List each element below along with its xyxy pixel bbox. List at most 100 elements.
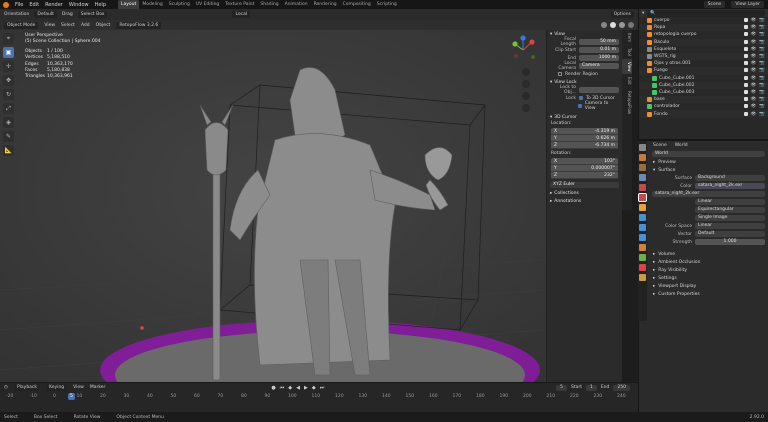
camera-to-view-checkbox[interactable]: Camera to View (547, 101, 622, 111)
colorspace-dropdown[interactable]: Color Space Linear (649, 222, 768, 230)
visibility-toggles[interactable]: 👁 📷 (743, 46, 768, 52)
tab-layout[interactable]: Layout (118, 0, 140, 9)
volume-section[interactable]: ▸ Volume (649, 250, 768, 258)
object-tab-icon[interactable] (639, 204, 646, 211)
exclude-checkbox[interactable] (743, 82, 748, 87)
drag-dropdown[interactable]: Select Box (77, 11, 108, 18)
clip-start-field[interactable]: Clip Start 0.01 m (547, 46, 622, 54)
scale-tool-icon[interactable]: ⤢ (3, 103, 14, 114)
visibility-toggles[interactable]: 👁 📷 (743, 32, 768, 37)
render-tab-icon[interactable] (639, 154, 646, 161)
rotation-mode-dropdown[interactable]: XYZ Euler (547, 181, 622, 189)
data-tab-icon[interactable] (639, 254, 646, 261)
visibility-toggles[interactable]: 👁 📷 (743, 61, 768, 66)
tab-rendering[interactable]: Rendering (311, 0, 340, 9)
breadcrumb-world[interactable]: World (675, 143, 688, 148)
exclude-checkbox[interactable] (743, 46, 748, 51)
lock-to-object-field[interactable]: Lock to Obj... (547, 85, 622, 95)
eye-icon[interactable]: 👁 (751, 104, 757, 109)
orientation-dropdown[interactable]: Default (34, 11, 57, 18)
output-tab-icon[interactable] (639, 164, 646, 171)
transform-tool-icon[interactable]: ◈ (3, 117, 14, 128)
outliner-item[interactable]: base 👁 📷 (639, 96, 768, 104)
exclude-checkbox[interactable] (743, 104, 748, 109)
surface-shader-field[interactable]: Surface Background (649, 174, 768, 182)
eye-icon[interactable]: 👁 (751, 18, 757, 23)
view-layer-selector[interactable]: View Layer (731, 1, 764, 8)
menu-window[interactable]: Window (69, 2, 89, 8)
blender-logo-icon[interactable] (3, 1, 9, 8)
source-dropdown[interactable]: Single Image (649, 214, 768, 222)
visibility-toggles[interactable]: 👁 📷 (743, 18, 768, 23)
keying-menu[interactable]: Keying (46, 384, 68, 391)
interpolation-dropdown[interactable]: Linear (649, 198, 768, 206)
visibility-toggles[interactable]: 👁 📷 (743, 104, 768, 109)
end-frame-field[interactable]: 250 (613, 384, 630, 391)
menu-object[interactable]: Object (96, 23, 111, 28)
tool-tab-icon[interactable] (639, 144, 646, 151)
camera-icon[interactable]: 📷 (759, 68, 765, 73)
viewport-display-section[interactable]: ▸ Viewport Display (649, 282, 768, 290)
solid-shading-icon[interactable] (610, 22, 616, 28)
record-icon[interactable]: ● (271, 385, 275, 391)
settings-section[interactable]: ▸ Settings (649, 274, 768, 282)
annotations-header[interactable]: ▸ Annotations (547, 197, 622, 205)
tab-compositing[interactable]: Compositing (340, 0, 374, 9)
outliner-item[interactable]: cuerpo 👁 📷 (639, 17, 768, 24)
camera-icon[interactable]: 📷 (759, 97, 765, 102)
eye-icon[interactable]: 👁 (751, 90, 757, 95)
outliner-item[interactable]: Cube_Cube.001 👁 📷 (639, 75, 768, 82)
outliner-item[interactable]: Cube_Cube.002 👁 📷 (639, 81, 768, 89)
camera-icon[interactable]: 📷 (759, 104, 765, 109)
menu-edit[interactable]: Edit (29, 2, 39, 8)
camera-icon[interactable]: 📷 (759, 90, 765, 95)
outliner-item[interactable]: Fondo 👁 📷 (639, 110, 768, 118)
menu-file[interactable]: File (15, 2, 23, 8)
modifier-tab-icon[interactable] (639, 214, 646, 221)
measure-tool-icon[interactable]: 📐 (3, 145, 14, 156)
tab-tool[interactable]: Tool (622, 45, 632, 59)
eye-icon[interactable]: 👁 (751, 40, 757, 45)
cursor-place-icon[interactable]: ✛ (3, 61, 14, 72)
exclude-checkbox[interactable] (743, 89, 748, 94)
ambient-occlusion-section[interactable]: ▸ Ambient Occlusion (649, 258, 768, 266)
options-dropdown[interactable]: Options (610, 11, 634, 18)
local-camera-row[interactable]: Local Camera Camera (547, 61, 622, 71)
jump-end-icon[interactable]: ⏭ (320, 385, 325, 391)
menu-render[interactable]: Render (45, 2, 63, 8)
annotate-tool-icon[interactable]: ✎ (3, 131, 14, 142)
timeline-editor-icon[interactable]: ◷ (4, 385, 8, 390)
tab-edit[interactable]: Edit (622, 74, 632, 88)
eye-icon[interactable]: 👁 (751, 61, 757, 66)
render-region-checkbox[interactable]: Render Region (547, 70, 622, 78)
camera-icon[interactable]: 📷 (759, 112, 765, 117)
outliner-item[interactable]: WGTS_rig 👁 📷 (639, 52, 768, 61)
tab-animation[interactable]: Animation (282, 0, 311, 9)
outliner-item[interactable]: retopologia cuerpo 👁 📷 (639, 31, 768, 38)
eye-icon[interactable]: 👁 (751, 25, 757, 30)
cursor-tool-icon[interactable]: ⌖ (3, 33, 14, 44)
outliner-item[interactable]: Ojos y otros.001 👁 📷 (639, 60, 768, 67)
preview-section[interactable]: ▸ Preview (649, 158, 768, 166)
tab-texture-paint[interactable]: Texture Paint (222, 0, 257, 9)
start-frame-field[interactable]: 1 (585, 384, 597, 391)
tab-item[interactable]: Item (622, 30, 632, 45)
world-selector[interactable]: World (649, 150, 768, 158)
camera-icon[interactable]: 📷 (759, 25, 765, 30)
next-key-icon[interactable]: ◆ (312, 385, 316, 391)
physics-tab-icon[interactable] (639, 234, 646, 241)
projection-dropdown[interactable]: Equirectangular (649, 206, 768, 214)
exclude-checkbox[interactable] (743, 68, 748, 73)
exclude-checkbox[interactable] (743, 25, 748, 30)
tab-uv-editing[interactable]: UV Editing (193, 0, 222, 9)
camera-icon[interactable]: 📷 (759, 76, 765, 81)
outliner-item[interactable]: Fuego 👁 📷 (639, 67, 768, 75)
play-reverse-icon[interactable]: ◀ (296, 385, 300, 391)
outliner-item[interactable]: controlador 👁 📷 (639, 103, 768, 110)
menu-view[interactable]: View (44, 23, 55, 28)
visibility-toggles[interactable]: 👁 📷 (743, 82, 768, 88)
eye-icon[interactable]: 👁 (751, 97, 757, 102)
eye-icon[interactable]: 👁 (751, 76, 757, 81)
exclude-checkbox[interactable] (743, 111, 748, 116)
cursor-location-fields[interactable]: X -4.319 m Y 0.626 m Z -6.734 m (551, 128, 618, 149)
